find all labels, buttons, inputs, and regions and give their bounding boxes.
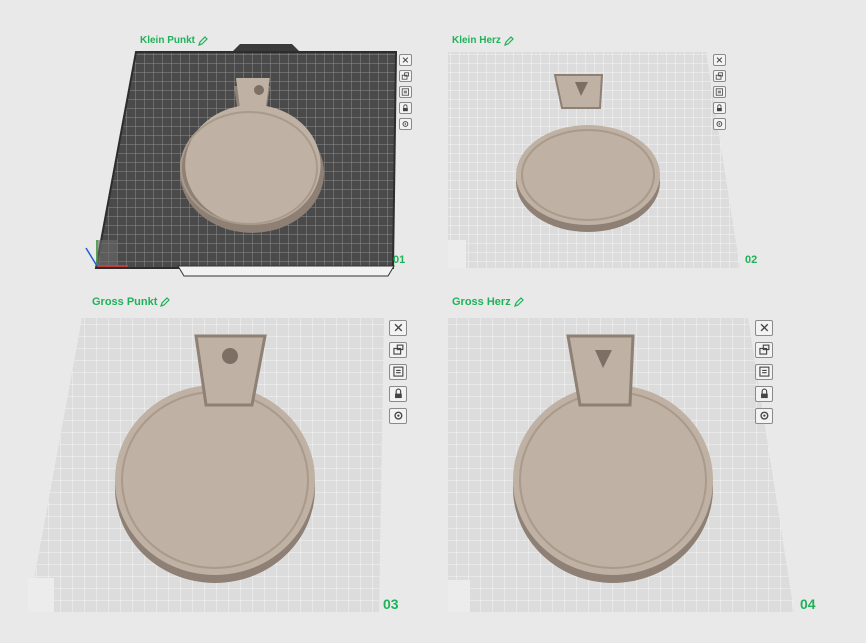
close-icon	[760, 324, 768, 332]
lock-button[interactable]	[713, 102, 726, 114]
plate-03-toolbar	[389, 320, 407, 424]
plate-settings-button[interactable]	[389, 364, 407, 380]
plate-settings-icon	[401, 88, 410, 96]
plate-04-toolbar	[755, 320, 773, 424]
arrange-icon	[715, 72, 724, 80]
close-button[interactable]	[389, 320, 407, 336]
gear-button[interactable]	[399, 118, 412, 130]
lock-icon	[760, 388, 768, 399]
close-button[interactable]	[755, 320, 773, 336]
lock-button[interactable]	[399, 102, 412, 114]
plate-03-view[interactable]	[28, 318, 384, 612]
gear-button[interactable]	[713, 118, 726, 130]
plate-01-handle	[232, 44, 300, 52]
plate-settings-icon	[392, 366, 404, 378]
plate-settings-button[interactable]	[713, 86, 726, 98]
lock-icon	[717, 104, 722, 112]
arrange-button[interactable]	[399, 70, 412, 82]
gear-icon	[716, 121, 723, 127]
lock-icon	[403, 104, 408, 112]
plate-number-02: 02	[745, 254, 758, 266]
plate-settings-button[interactable]	[755, 364, 773, 380]
plate-name-02[interactable]: Klein Herz	[452, 35, 514, 46]
arrange-icon	[758, 344, 770, 356]
plate-01-toolbar	[399, 54, 412, 130]
plate-02-toolbar	[713, 54, 726, 130]
gear-icon	[402, 121, 409, 127]
z-axis	[85, 247, 98, 267]
edit-icon[interactable]	[513, 297, 524, 307]
plate-name-label: Gross Herz	[452, 296, 511, 308]
arrange-button[interactable]	[755, 342, 773, 358]
gear-button[interactable]	[389, 408, 407, 424]
plate-number-04: 04	[800, 596, 816, 612]
plate-name-label: Gross Punkt	[92, 296, 158, 308]
lock-button[interactable]	[389, 386, 407, 402]
close-icon	[716, 57, 723, 63]
plate-name-01[interactable]: Klein Punkt	[140, 35, 208, 46]
plate-01-view[interactable]	[85, 44, 398, 277]
close-icon	[394, 324, 402, 332]
plate-settings-button[interactable]	[399, 86, 412, 98]
plate-name-label: Klein Punkt	[140, 35, 196, 46]
plate-settings-icon	[715, 88, 724, 96]
plate-02-view[interactable]	[448, 52, 740, 268]
plate-number-03: 03	[383, 596, 399, 612]
lock-icon	[394, 388, 402, 399]
edit-icon[interactable]	[503, 35, 514, 46]
arrange-button[interactable]	[713, 70, 726, 82]
lock-button[interactable]	[755, 386, 773, 402]
close-button[interactable]	[713, 54, 726, 66]
plate-name-04[interactable]: Gross Herz	[452, 296, 524, 308]
close-button[interactable]	[399, 54, 412, 66]
arrange-button[interactable]	[389, 342, 407, 358]
arrange-icon	[392, 344, 404, 356]
close-icon	[402, 57, 409, 63]
plate-number-01: 01	[393, 254, 406, 266]
gear-button[interactable]	[755, 408, 773, 424]
plate-04-view[interactable]	[448, 318, 794, 612]
multi-plate-scene	[28, 44, 794, 612]
plate-01-statusbar	[177, 265, 395, 277]
edit-icon[interactable]	[198, 35, 208, 46]
gear-icon	[393, 411, 403, 421]
arrange-icon	[401, 72, 410, 80]
plate-settings-icon	[758, 366, 770, 378]
plate-name-03[interactable]: Gross Punkt	[92, 296, 171, 308]
edit-icon[interactable]	[160, 297, 171, 307]
plate-name-label: Klein Herz	[452, 35, 501, 46]
gear-icon	[759, 411, 769, 421]
